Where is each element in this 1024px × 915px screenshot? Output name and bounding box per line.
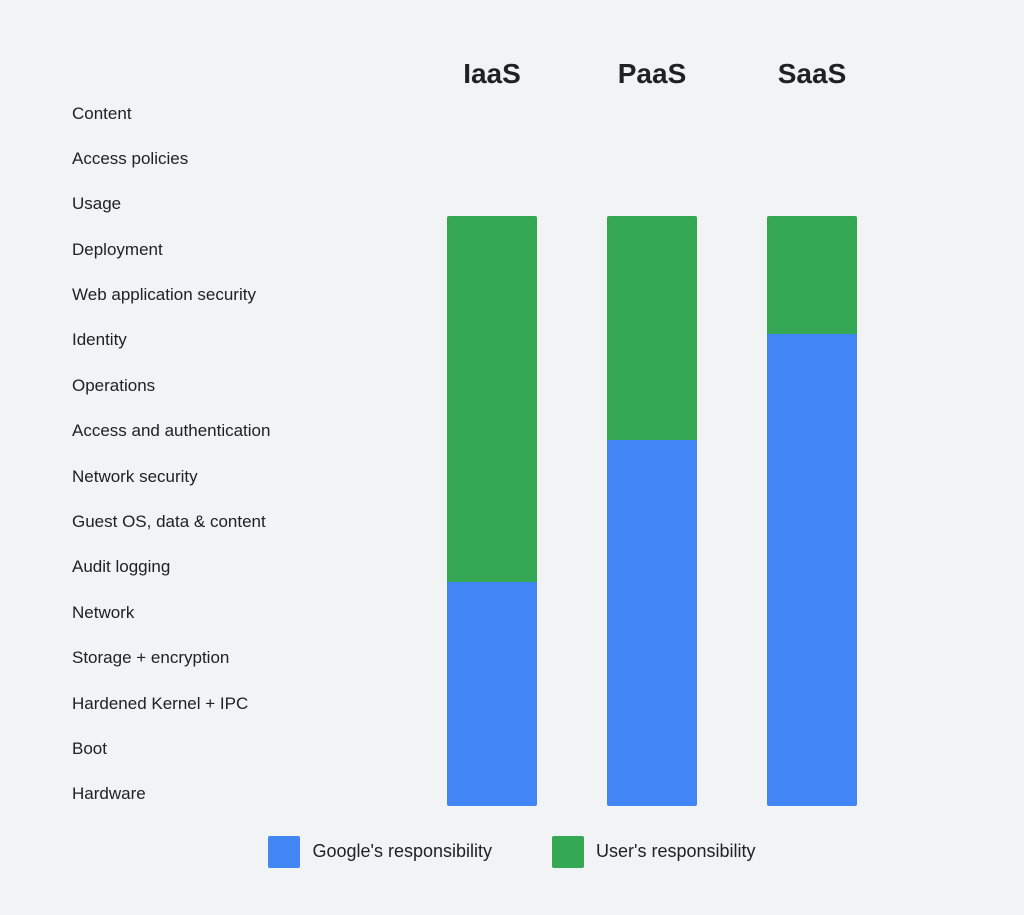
bar-iaas [412,102,572,806]
label-access-auth: Access and authentication [72,419,412,442]
legend-google-label: Google's responsibility [312,841,492,862]
col-header-saas: SaaS [732,58,892,90]
label-network: Network [72,601,412,624]
bar-paas [572,102,732,806]
bars-area [412,102,952,806]
bar-saas-wrapper [767,216,857,806]
col-header-paas: PaaS [572,58,732,90]
col-header-iaas: IaaS [412,58,572,90]
bar-paas-blue [607,440,697,806]
label-guest-os: Guest OS, data & content [72,510,412,533]
legend-user-label: User's responsibility [596,841,756,862]
legend-user: User's responsibility [552,836,756,868]
label-access-policies: Access policies [72,147,412,170]
legend-google-box [268,836,300,868]
label-operations: Operations [72,374,412,397]
label-storage-encryption: Storage + encryption [72,646,412,669]
bar-iaas-wrapper [447,216,537,806]
chart-container: IaaS PaaS SaaS Content Access policies U… [32,28,992,888]
label-deployment: Deployment [72,238,412,261]
bar-iaas-blue [447,582,537,806]
label-identity: Identity [72,328,412,351]
label-usage: Usage [72,192,412,215]
legend: Google's responsibility User's responsib… [72,836,952,868]
bar-iaas-green [447,216,537,582]
labels-column: Content Access policies Usage Deployment… [72,102,412,806]
bar-paas-wrapper [607,216,697,806]
label-content: Content [72,102,412,125]
label-boot: Boot [72,737,412,760]
label-audit-logging: Audit logging [72,555,412,578]
legend-user-box [552,836,584,868]
bar-saas-green [767,216,857,334]
legend-google: Google's responsibility [268,836,492,868]
bar-saas-blue [767,334,857,806]
label-web-app-security: Web application security [72,283,412,306]
bar-saas [732,102,892,806]
label-network-security: Network security [72,465,412,488]
label-hardware: Hardware [72,782,412,805]
label-hardened-kernel: Hardened Kernel + IPC [72,692,412,715]
bar-paas-green [607,216,697,440]
